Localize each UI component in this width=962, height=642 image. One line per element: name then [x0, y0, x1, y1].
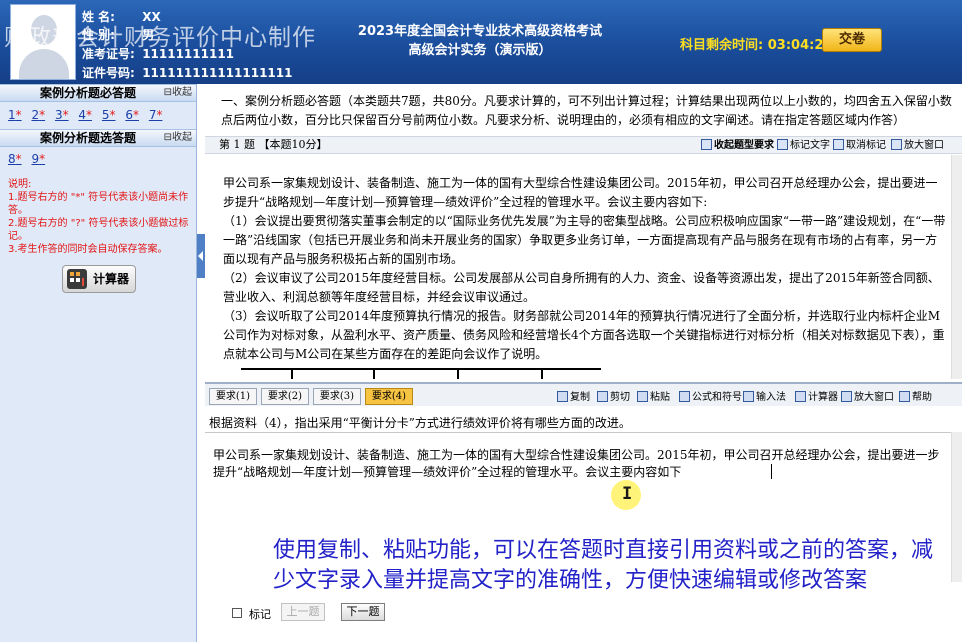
calculator-icon	[67, 269, 87, 289]
collapse-requirements-button[interactable]: 收起题型要求	[701, 138, 774, 154]
sidebar-collapse-handle[interactable]	[197, 234, 205, 278]
tab-requirement-1[interactable]: 要求(1)	[209, 388, 257, 405]
question-link-8[interactable]: 8*	[8, 152, 22, 166]
optional-questions-header: 案例分析题选答题 ⊟收起	[0, 129, 196, 147]
notes-title: 说明:	[8, 179, 32, 190]
optional-header-title: 案例分析题选答题	[39, 131, 136, 145]
previous-question-button[interactable]: 上一题	[281, 603, 325, 621]
keyboard-icon	[743, 391, 754, 402]
exam-title-line1: 2023年度全国会计专业技术高级资格考试	[357, 24, 603, 39]
material-paragraph-intro: 甲公司系一家集规划设计、装备制造、施工为一体的国有大型综合性建设集团公司。201…	[223, 176, 938, 209]
answer-toolbar: 要求(1) 要求(2) 要求(3) 要求(4) 复制 剪切 粘贴 公式和符号 输…	[205, 382, 962, 406]
question-panel: 一、案例分析题必答题（本类题共7题，共80分。凡要求计算的，可不列出计算过程；计…	[205, 84, 962, 642]
collapse-icon	[701, 139, 712, 150]
question-link-5[interactable]: 5*	[102, 108, 116, 122]
copy-icon	[557, 391, 568, 402]
question-title: 第 1 题 【本题10分】	[219, 138, 328, 151]
question-toolbar: 第 1 题 【本题10分】 收起题型要求 标记文字 取消标记 放大窗口	[205, 136, 962, 154]
next-question-button[interactable]: 下一题	[341, 603, 385, 621]
help-button[interactable]: 帮助	[899, 388, 932, 403]
mark-question-label: 标记	[249, 608, 271, 621]
enlarge-answer-button[interactable]: 放大窗口	[841, 388, 894, 403]
note-2: 2.题号右方的 "?" 符号代表该小题做过标记。	[8, 218, 189, 242]
material-paragraph-2: （2）会议审议了公司2015年度经营目标。公司发展部从公司自身所拥有的人力、资金…	[223, 271, 940, 304]
copy-button[interactable]: 复制	[557, 388, 590, 403]
id-label: 证件号码:	[82, 66, 135, 80]
input-method-button[interactable]: 输入法	[743, 388, 786, 403]
cut-button[interactable]: 剪切	[597, 388, 630, 403]
submit-exam-button[interactable]: 交卷	[822, 28, 882, 52]
calculator-small-icon	[795, 391, 806, 402]
required-collapse-button[interactable]: ⊟收起	[164, 85, 192, 101]
marker-icon	[777, 139, 788, 150]
material-paragraph-1: （1）会议提出要贯彻落实董事会制定的以“国际业务优先发展”为主导的密集型战略。公…	[223, 214, 946, 266]
exam-header: 姓 名: XX 性 别: 男 准考证号: 11111111111 证件号码: 1…	[0, 0, 962, 84]
table-top-border	[241, 368, 601, 379]
question-navigation-bar: 标记 上一题 下一题	[205, 598, 951, 642]
material-paragraph-3: （3）会议听取了公司2014年度预算执行情况的报告。财务部就公司2014年的预算…	[223, 309, 945, 361]
eraser-icon	[833, 139, 844, 150]
clipboard-icon	[637, 391, 648, 402]
question-link-3[interactable]: 3*	[55, 108, 69, 122]
tab-requirement-2[interactable]: 要求(2)	[261, 388, 309, 405]
question-navigator: 案例分析题必答题 ⊟收起 1* 2* 3* 4* 5* 6* 7* 案例分析题选…	[0, 84, 197, 642]
required-questions-header: 案例分析题必答题 ⊟收起	[0, 84, 196, 102]
tab-requirement-3[interactable]: 要求(3)	[313, 388, 361, 405]
sigma-icon	[679, 391, 690, 402]
answer-calculator-button[interactable]: 计算器	[795, 388, 838, 403]
instructions-notes: 说明: 1.题号右方的 "*" 符号代表该小题尚未作答。 2.题号右方的 "?"…	[8, 178, 194, 256]
calculator-button[interactable]: 计算器	[62, 265, 136, 293]
paste-button[interactable]: 粘贴	[637, 388, 670, 403]
note-3: 3.考生作答的同时会自动保存答案。	[8, 244, 168, 255]
optional-question-list: 8* 9*	[8, 152, 51, 166]
candidate-id-row: 证件号码: 111111111111111111	[82, 64, 292, 81]
section-instructions: 一、案例分析题必答题（本类题共7题，共80分。凡要求计算的，可不列出计算过程；计…	[221, 94, 952, 127]
formula-symbols-button[interactable]: 公式和符号	[679, 388, 742, 403]
text-caret	[771, 464, 772, 479]
avatar-body-shape	[19, 49, 69, 79]
enlarge-icon	[891, 139, 902, 150]
question-link-6[interactable]: 6*	[125, 108, 139, 122]
exam-title-line2: 高级会计实务（演示版）	[408, 43, 552, 58]
question-link-1[interactable]: 1*	[8, 108, 22, 122]
requirement-text: 根据资料（4），指出采用“平衡计分卡”方式进行绩效评价将有哪些方面的改进。	[209, 416, 631, 430]
note-1: 1.题号右方的 "*" 符号代表该小题尚未作答。	[8, 192, 189, 216]
id-value: 111111111111111111	[142, 66, 293, 80]
required-question-list: 1* 2* 3* 4* 5* 6* 7*	[8, 108, 168, 122]
watermark: 财政部会计财务评价中心制作	[4, 25, 316, 51]
mark-question-checkbox[interactable]	[232, 608, 242, 618]
material-scrollbar[interactable]	[951, 155, 962, 379]
question-link-7[interactable]: 7*	[149, 108, 163, 122]
question-link-2[interactable]: 2*	[31, 108, 45, 122]
mark-text-button[interactable]: 标记文字	[777, 138, 830, 154]
enlarge-material-button[interactable]: 放大窗口	[891, 138, 944, 154]
optional-collapse-button[interactable]: ⊟收起	[164, 130, 192, 146]
question-link-4[interactable]: 4*	[78, 108, 92, 122]
question-link-9[interactable]: 9*	[31, 152, 45, 166]
timer-label: 科目剩余时间:	[680, 38, 764, 53]
text-cursor-icon: I	[622, 484, 633, 504]
tutorial-subtitle: 使用复制、粘贴功能，可以在答题时直接引用资料或之前的答案，减少文字录入量并提高文…	[273, 538, 934, 593]
scissors-icon	[597, 391, 608, 402]
case-material: 甲公司系一家集规划设计、装备制造、施工为一体的国有大型综合性建设集团公司。201…	[205, 155, 951, 379]
mouse-cursor-highlight: I	[611, 480, 641, 510]
cancel-mark-button[interactable]: 取消标记	[833, 138, 886, 154]
answer-content[interactable]: 甲公司系一家集规划设计、装备制造、施工为一体的国有大型综合性建设集团公司。201…	[213, 447, 945, 481]
enlarge-answer-icon	[841, 391, 852, 402]
tab-requirement-4[interactable]: 要求(4)	[365, 388, 413, 405]
help-icon	[899, 391, 910, 402]
calculator-label: 计算器	[93, 272, 130, 286]
remaining-time: 科目剩余时间: 03:04:20	[680, 34, 832, 53]
exam-title: 2023年度全国会计专业技术高级资格考试 高级会计实务（演示版）	[320, 22, 640, 60]
required-header-title: 案例分析题必答题	[39, 86, 136, 100]
